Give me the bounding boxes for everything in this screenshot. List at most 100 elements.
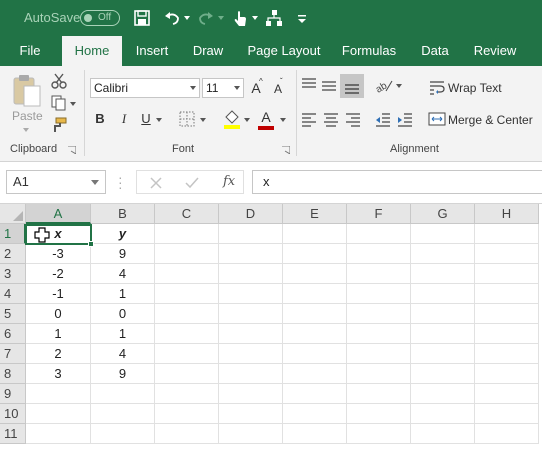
- font-color-button[interactable]: A: [258, 108, 274, 126]
- cell-d7[interactable]: [219, 344, 283, 364]
- cell-f1[interactable]: [347, 224, 411, 244]
- cell-d2[interactable]: [219, 244, 283, 264]
- cell-a7[interactable]: 2: [26, 344, 91, 364]
- cell-f10[interactable]: [347, 404, 411, 424]
- cell-g9[interactable]: [411, 384, 475, 404]
- row-header-7[interactable]: 7: [0, 344, 26, 364]
- cell-h10[interactable]: [475, 404, 539, 424]
- cell-g8[interactable]: [411, 364, 475, 384]
- column-header-g[interactable]: G: [411, 204, 475, 224]
- formula-bar-resize-handle[interactable]: · · ·: [118, 170, 123, 194]
- cell-g1[interactable]: [411, 224, 475, 244]
- cell-d11[interactable]: [219, 424, 283, 444]
- column-header-f[interactable]: F: [347, 204, 411, 224]
- cell-f6[interactable]: [347, 324, 411, 344]
- row-header-4[interactable]: 4: [0, 284, 26, 304]
- enter-check-icon[interactable]: [185, 176, 199, 190]
- decrease-indent-icon[interactable]: [374, 110, 392, 128]
- column-header-a[interactable]: A: [26, 204, 91, 224]
- column-header-h[interactable]: H: [475, 204, 539, 224]
- row-header-5[interactable]: 5: [0, 304, 26, 324]
- cell-h11[interactable]: [475, 424, 539, 444]
- redo-icon[interactable]: [196, 8, 216, 28]
- touch-dropdown-icon[interactable]: [252, 16, 258, 20]
- cell-f4[interactable]: [347, 284, 411, 304]
- cell-f11[interactable]: [347, 424, 411, 444]
- font-color-dropdown-icon[interactable]: [280, 118, 286, 122]
- cell-e10[interactable]: [283, 404, 347, 424]
- cut-icon[interactable]: [50, 72, 68, 90]
- paste-dropdown-icon[interactable]: [23, 128, 29, 132]
- cell-g11[interactable]: [411, 424, 475, 444]
- cell-a11[interactable]: [26, 424, 91, 444]
- cell-e5[interactable]: [283, 304, 347, 324]
- cell-d10[interactable]: [219, 404, 283, 424]
- cell-d5[interactable]: [219, 304, 283, 324]
- cell-h1[interactable]: [475, 224, 539, 244]
- redo-dropdown-icon[interactable]: [218, 16, 224, 20]
- row-header-9[interactable]: 9: [0, 384, 26, 404]
- cell-e4[interactable]: [283, 284, 347, 304]
- cell-c3[interactable]: [155, 264, 219, 284]
- cell-c10[interactable]: [155, 404, 219, 424]
- cell-c8[interactable]: [155, 364, 219, 384]
- cell-d8[interactable]: [219, 364, 283, 384]
- cell-a3[interactable]: -2: [26, 264, 91, 284]
- column-header-d[interactable]: D: [219, 204, 283, 224]
- cell-g10[interactable]: [411, 404, 475, 424]
- row-header-2[interactable]: 2: [0, 244, 26, 264]
- wrap-text-icon[interactable]: [428, 78, 446, 96]
- cell-e6[interactable]: [283, 324, 347, 344]
- shrink-font-button[interactable]: A: [270, 80, 286, 98]
- cell-b3[interactable]: 4: [91, 264, 155, 284]
- name-box[interactable]: A1: [6, 170, 106, 194]
- merge-center-icon[interactable]: [428, 110, 446, 128]
- row-header-10[interactable]: 10: [0, 404, 26, 424]
- cell-h8[interactable]: [475, 364, 539, 384]
- cell-e1[interactable]: [283, 224, 347, 244]
- cell-c5[interactable]: [155, 304, 219, 324]
- undo-dropdown-icon[interactable]: [184, 16, 190, 20]
- middle-align-icon[interactable]: [320, 76, 338, 94]
- cell-h2[interactable]: [475, 244, 539, 264]
- tab-data[interactable]: Data: [414, 36, 456, 66]
- copy-icon[interactable]: [50, 94, 68, 112]
- cell-h3[interactable]: [475, 264, 539, 284]
- cell-b8[interactable]: 9: [91, 364, 155, 384]
- borders-icon[interactable]: [178, 110, 196, 128]
- fill-color-dropdown-icon[interactable]: [244, 118, 250, 122]
- fill-color-icon[interactable]: [222, 108, 242, 130]
- cell-b6[interactable]: 1: [91, 324, 155, 344]
- cell-c1[interactable]: [155, 224, 219, 244]
- cell-e8[interactable]: [283, 364, 347, 384]
- bottom-align-button[interactable]: [340, 74, 364, 98]
- format-painter-icon[interactable]: [50, 116, 68, 134]
- customize-qat-icon[interactable]: [292, 8, 312, 28]
- cell-f8[interactable]: [347, 364, 411, 384]
- tab-insert[interactable]: Insert: [128, 36, 176, 66]
- cell-c11[interactable]: [155, 424, 219, 444]
- cell-e2[interactable]: [283, 244, 347, 264]
- row-header-8[interactable]: 8: [0, 364, 26, 384]
- underline-dropdown-icon[interactable]: [156, 118, 162, 122]
- cell-f2[interactable]: [347, 244, 411, 264]
- paste-icon[interactable]: [10, 72, 44, 108]
- cell-e11[interactable]: [283, 424, 347, 444]
- cell-c2[interactable]: [155, 244, 219, 264]
- cell-b2[interactable]: 9: [91, 244, 155, 264]
- merge-center-button[interactable]: Merge & Center: [448, 113, 533, 127]
- bold-button[interactable]: B: [92, 110, 108, 128]
- cell-a2[interactable]: -3: [26, 244, 91, 264]
- column-header-c[interactable]: C: [155, 204, 219, 224]
- orientation-dropdown-icon[interactable]: [396, 84, 402, 88]
- align-right-icon[interactable]: [344, 110, 362, 128]
- cell-g7[interactable]: [411, 344, 475, 364]
- cell-b7[interactable]: 4: [91, 344, 155, 364]
- underline-button[interactable]: U: [138, 110, 154, 128]
- wrap-text-button[interactable]: Wrap Text: [448, 81, 502, 95]
- cell-g5[interactable]: [411, 304, 475, 324]
- cell-b1[interactable]: y: [91, 224, 155, 244]
- cell-g3[interactable]: [411, 264, 475, 284]
- borders-dropdown-icon[interactable]: [200, 118, 206, 122]
- cell-a6[interactable]: 1: [26, 324, 91, 344]
